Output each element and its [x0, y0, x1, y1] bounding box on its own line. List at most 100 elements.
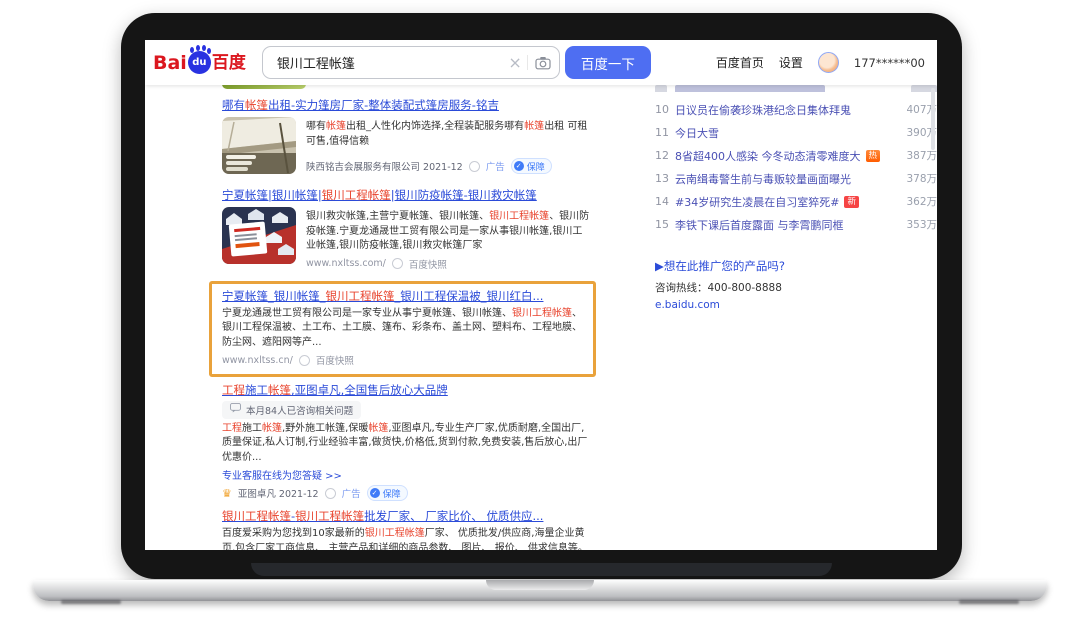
- logo-text-cn: 百度: [212, 53, 246, 74]
- result-media: 哪有帐篷出租_人性化内饰选择,全程装配服务哪有帐篷出租 可租可售,值得信赖陕西铭…: [222, 117, 590, 174]
- account-phone[interactable]: 177******00: [854, 56, 925, 70]
- highlighted-term: 银川工程帐篷: [512, 308, 572, 319]
- result-text-column: 哪有帐篷出租_人性化内饰选择,全程装配服务哪有帐篷出租 可租可售,值得信赖陕西铭…: [306, 117, 590, 174]
- laptop-base: [33, 580, 1047, 601]
- logo-text-bai: Bai: [153, 52, 187, 74]
- promo-hotline: 咨询热线：400-800-8888: [655, 280, 937, 295]
- hot-item-count: 378万: [898, 171, 937, 186]
- text-part: _银川工程保温被_银川红白...: [395, 289, 544, 303]
- search-box[interactable]: ×: [262, 46, 560, 79]
- highlighted-term: 银川工程帐篷: [365, 528, 425, 539]
- hot-item-rank: 10: [655, 103, 675, 116]
- search-result: 哪有帐篷出租-实力篷房厂家-整体装配式篷房服务-铭吉哪有帐篷出租_人性化内饰选择…: [222, 98, 590, 174]
- search-results-page: 哪有帐篷出租-实力篷房厂家-整体装配式篷房服务-铭吉哪有帐篷出租_人性化内饰选择…: [145, 85, 937, 550]
- result-description: 工程施工帐篷,野外施工帐篷,保暖帐篷,亚图卓凡,专业生产厂家,优质耐磨,全国出厂…: [222, 422, 590, 466]
- highlighted-term: 帐篷: [262, 423, 282, 434]
- result-meta-row: 陕西铭吉会展服务有限公司 2021-12广告✓保障: [306, 155, 590, 174]
- result-title-link[interactable]: 宁夏帐篷_银川帐篷_银川工程帐篷_银川工程保温被_银川红白...: [222, 289, 583, 304]
- laptop-hinge: [251, 563, 832, 576]
- hot-list-item[interactable]: 14#34岁研究生凌晨在自习室猝死#新362万: [655, 190, 937, 213]
- baidu-logo[interactable]: Bai du 百度: [153, 51, 246, 74]
- result-description: 银川救灾帐篷,主营宁夏帐篷、银川帐篷、银川工程帐篷、银川防疫帐篷.宁夏龙通晟世工…: [306, 210, 590, 254]
- hot-item-rank: 14: [655, 195, 675, 208]
- result-title-link[interactable]: 宁夏帐篷|银川帐篷|银川工程帐篷|银川防疫帐篷-银川救灾帐篷: [222, 188, 590, 203]
- laptop-bezel: Bai du 百度 × 百度一下 百度首页 设置 177: [121, 13, 962, 579]
- search-button[interactable]: 百度一下: [565, 46, 651, 79]
- text-part: 银川救灾帐篷,主营宁夏帐篷、银川帐篷、: [306, 211, 489, 222]
- check-icon: ✓: [370, 488, 380, 498]
- result-meta-row: www.nxltss.cn/百度快照: [222, 353, 583, 367]
- hot-list-item[interactable]: 11今日大雪390万: [655, 121, 937, 144]
- hot-item-clipped: [655, 85, 937, 92]
- hot-item-title: 云南缉毒警生前与毒贩较量画面曝光: [675, 171, 851, 187]
- hot-item-rank: 12: [655, 149, 675, 162]
- result-thumbnail[interactable]: [222, 207, 296, 264]
- text-part: 出租_人性化内饰选择,全程装配服务哪有: [346, 121, 524, 132]
- result-title-link[interactable]: 哪有帐篷出租-实力篷房厂家-整体装配式篷房服务-铭吉: [222, 98, 590, 113]
- camera-icon[interactable]: [535, 56, 551, 70]
- hot-item-title: 李铁下课后首度露面 与李霄鹏同框: [675, 217, 844, 233]
- ad-label: 广告: [486, 159, 505, 173]
- hot-item-count: 362万: [898, 194, 937, 209]
- hot-list-item[interactable]: 128省超400人感染 今冬动态清零难度大热387万: [655, 144, 937, 167]
- text-part: 哪有: [222, 98, 245, 112]
- highlighted-term: 帐篷: [268, 383, 291, 397]
- promo-link-title[interactable]: ▶想在此推广您的产品吗?: [655, 258, 937, 274]
- chat-bubble-icon: [230, 403, 241, 416]
- highlighted-term: 银川工程帐篷: [322, 188, 391, 202]
- promo-url-link[interactable]: e.baidu.com: [655, 299, 937, 311]
- hot-list: 10日议员在偷袭珍珠港纪念日集体拜鬼407万11今日大雪390万128省超400…: [655, 98, 937, 236]
- ad-label: 广告: [342, 486, 361, 500]
- nav-settings[interactable]: 设置: [779, 54, 803, 71]
- result-title-link[interactable]: 工程施工帐篷,亚图卓凡,全国售后放心大品牌: [222, 383, 590, 398]
- check-icon: ✓: [514, 161, 524, 171]
- source-circle-icon: [469, 161, 480, 172]
- hot-list-item[interactable]: 10日议员在偷袭珍珠港纪念日集体拜鬼407万: [655, 98, 937, 121]
- nav-baidu-home[interactable]: 百度首页: [716, 54, 764, 71]
- result-description: 哪有帐篷出租_人性化内饰选择,全程装配服务哪有帐篷出租 可租可售,值得信赖: [306, 120, 590, 149]
- hot-list-item[interactable]: 13云南缉毒警生前与毒贩较量画面曝光378万: [655, 167, 937, 190]
- user-avatar[interactable]: [818, 52, 839, 73]
- baidu-paw-icon: du: [188, 51, 211, 74]
- badge-label: 保障: [383, 487, 401, 500]
- search-input[interactable]: [275, 54, 504, 71]
- browser-screen: Bai du 百度 × 百度一下 百度首页 设置 177: [145, 40, 937, 550]
- search-result: 宁夏帐篷_银川帐篷_银川工程帐篷_银川工程保温被_银川红白...宁夏龙通晟世工贸…: [209, 281, 596, 378]
- clear-icon[interactable]: ×: [508, 55, 521, 71]
- text-part: 宁夏帐篷_银川帐篷_: [222, 289, 326, 303]
- hot-item-count: 387万: [898, 148, 937, 163]
- hot-item-count: 353万: [898, 217, 937, 232]
- consult-pill: 本月84人已咨询相关问题: [222, 401, 361, 419]
- consult-text: 本月84人已咨询相关问题: [246, 403, 353, 417]
- text-part: 宁夏帐篷|银川帐篷|: [222, 188, 322, 202]
- laptop-foot-shadow: [959, 600, 1019, 604]
- cta-link[interactable]: 专业客服在线为您答疑 >>: [222, 467, 590, 482]
- result-thumbnail[interactable]: [222, 117, 296, 174]
- text-part: 出租-实力篷房厂家-整体装配式篷房服务-铭吉: [268, 98, 499, 112]
- text-part: 施工: [245, 383, 268, 397]
- highlighted-term: 帐篷: [524, 121, 544, 132]
- result-description: 宁夏龙通晟世工贸有限公司是一家专业从事宁夏帐篷、银川帐篷、银川工程帐篷、银川工程…: [222, 307, 583, 351]
- verified-badge: ✓保障: [367, 485, 408, 501]
- hot-list-sidebar: 10日议员在偷袭珍珠港纪念日集体拜鬼407万11今日大雪390万128省超400…: [655, 85, 937, 311]
- hot-tag-badge: 新: [844, 196, 859, 208]
- snapshot-link[interactable]: 百度快照: [316, 353, 354, 367]
- verified-badge: ✓保障: [511, 158, 552, 174]
- results-column: 哪有帐篷出租-实力篷房厂家-整体装配式篷房服务-铭吉哪有帐篷出租_人性化内饰选择…: [222, 85, 590, 550]
- page-scrollbar[interactable]: [931, 88, 935, 150]
- highlighted-term: 工程: [222, 383, 245, 397]
- result-url: www.nxltss.cn/: [222, 355, 293, 366]
- hot-item-rank: 15: [655, 218, 675, 231]
- hot-list-item[interactable]: 15李铁下课后首度露面 与李霄鹏同框 353万: [655, 213, 937, 236]
- laptop-notch: [486, 580, 594, 590]
- search-result: 银川工程帐篷-银川工程帐篷批发厂家、 厂家比价、 优质供应...百度爱采购为您找…: [222, 509, 590, 550]
- result-meta-row: www.nxltss.com/百度快照: [306, 254, 590, 271]
- source-circle-icon: [299, 355, 310, 366]
- text-part: |银川防疫帐篷-银川救灾帐篷: [391, 188, 537, 202]
- crown-icon: ♛: [222, 488, 232, 499]
- snapshot-link[interactable]: 百度快照: [409, 257, 447, 271]
- text-part: ,亚图卓凡,全国售后放心大品牌: [291, 383, 448, 397]
- hot-tag-badge: 热: [866, 150, 881, 162]
- hot-item-title: 日议员在偷袭珍珠港纪念日集体拜鬼: [675, 102, 851, 118]
- result-title-link[interactable]: 银川工程帐篷-银川工程帐篷批发厂家、 厂家比价、 优质供应...: [222, 509, 590, 524]
